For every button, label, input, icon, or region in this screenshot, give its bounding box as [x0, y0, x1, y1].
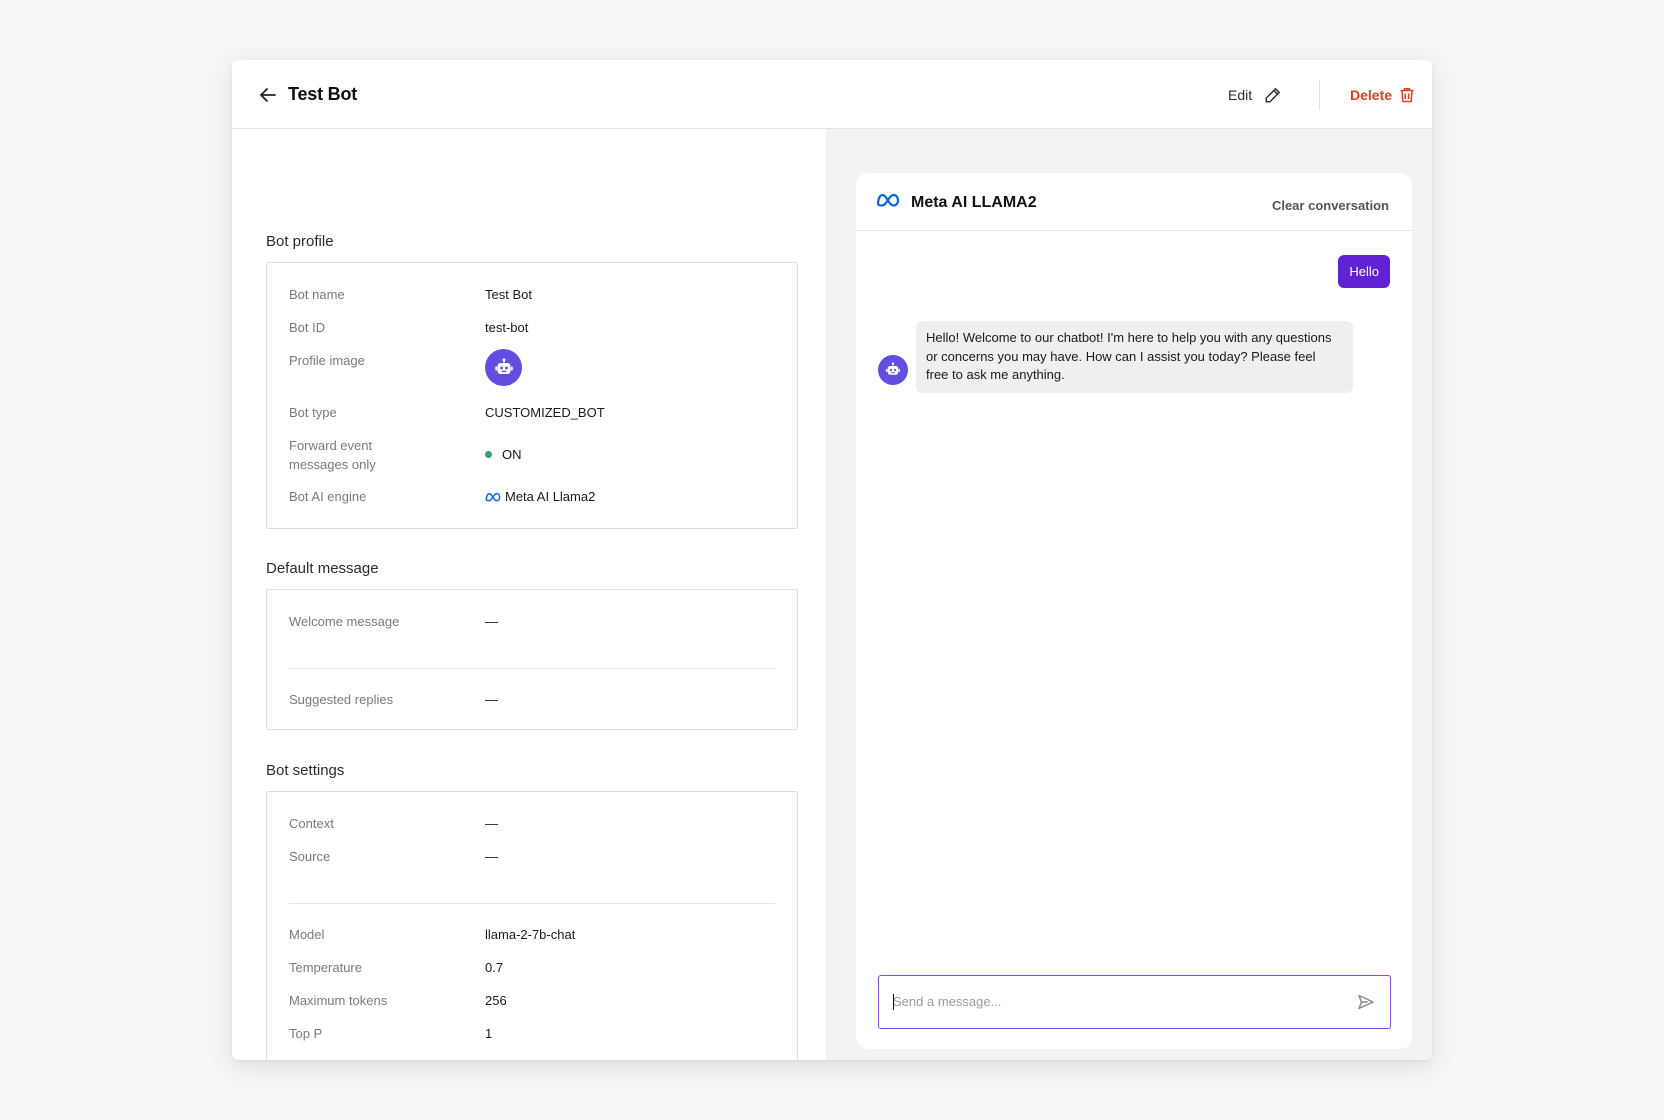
- bot-ai-engine-value: Meta AI Llama2: [485, 487, 595, 506]
- profile-image-label: Profile image: [289, 353, 365, 368]
- bot-type-label: Bot type: [289, 405, 337, 420]
- model-label: Model: [289, 927, 325, 942]
- trash-icon: [1400, 88, 1414, 103]
- edit-button[interactable]: Edit: [1228, 80, 1282, 110]
- bot-ai-engine-text: Meta AI Llama2: [505, 489, 596, 504]
- edit-label: Edit: [1228, 87, 1253, 103]
- toolbar-divider: [1319, 80, 1320, 110]
- context-label: Context: [289, 816, 334, 831]
- profile-image-value: [485, 349, 522, 386]
- source-label: Source: [289, 849, 331, 864]
- avatar: [485, 349, 522, 386]
- chat-header: Meta AI LLAMA2 Clear conversation: [856, 173, 1412, 231]
- divider: [289, 668, 775, 669]
- bot-detail-window: Test Bot Edit Delete Bot profile Bot nam…: [232, 60, 1432, 1060]
- top-p-value: 1: [485, 1026, 493, 1041]
- welcome-message-value: —: [485, 614, 498, 629]
- max-tokens-value: 256: [485, 993, 507, 1008]
- divider: [289, 903, 775, 904]
- meta-logo-icon: [876, 193, 900, 207]
- delete-label: Delete: [1350, 87, 1393, 103]
- bot-id-label: Bot ID: [289, 320, 326, 335]
- max-tokens-label: Maximum tokens: [289, 993, 388, 1008]
- send-button[interactable]: [1354, 990, 1378, 1014]
- forward-event-value: ON: [485, 445, 522, 464]
- robot-icon: [885, 362, 901, 375]
- context-value: —: [485, 816, 498, 831]
- forward-event-label: Forward event messages only: [289, 438, 376, 472]
- chat-preview-panel: Meta AI LLAMA2 Clear conversation Hello …: [826, 129, 1432, 1060]
- welcome-message-label: Welcome message: [289, 614, 400, 629]
- chat-title: Meta AI LLAMA2: [911, 194, 1037, 211]
- bot-avatar: [878, 355, 908, 385]
- suggested-replies-label: Suggested replies: [289, 692, 394, 707]
- meta-logo-icon: [485, 492, 501, 501]
- chat-window: Meta AI LLAMA2 Clear conversation Hello …: [856, 173, 1412, 1049]
- user-message-bubble: Hello: [1338, 255, 1390, 288]
- text-caret: [893, 994, 894, 1010]
- bot-profile-card: Bot name Test Bot Bot ID test-bot Profil…: [266, 262, 798, 529]
- suggested-replies-value: —: [485, 692, 498, 707]
- temperature-value: 0.7: [485, 960, 504, 975]
- arrow-left-icon: [260, 88, 276, 102]
- status-on-dot: [485, 451, 492, 458]
- bot-details-panel: Bot profile Bot name Test Bot Bot ID tes…: [232, 129, 826, 1060]
- message-input[interactable]: [893, 976, 1333, 1027]
- bot-settings-card: Context — Source — Model llama-2-7b-chat…: [266, 791, 798, 1060]
- bot-name-value: Test Bot: [485, 287, 532, 302]
- bot-settings-title: Bot settings: [266, 762, 345, 779]
- send-icon: [1358, 994, 1374, 1010]
- status-on-text: ON: [502, 447, 522, 462]
- bot-type-value: CUSTOMIZED_BOT: [485, 405, 605, 420]
- default-message-title: Default message: [266, 560, 379, 577]
- robot-icon: [494, 357, 513, 374]
- pencil-icon: [1265, 88, 1281, 103]
- default-message-card: Welcome message — Suggested replies —: [266, 589, 798, 730]
- bot-ai-engine-label: Bot AI engine: [289, 489, 367, 504]
- message-composer: [878, 975, 1391, 1029]
- bot-message-bubble: Hello! Welcome to our chatbot! I'm here …: [916, 321, 1353, 393]
- clear-conversation-button[interactable]: Clear conversation: [1272, 197, 1389, 215]
- delete-button[interactable]: Delete: [1350, 80, 1416, 110]
- model-value: llama-2-7b-chat: [485, 927, 576, 942]
- bot-id-value: test-bot: [485, 320, 529, 335]
- source-value: —: [485, 849, 498, 864]
- bot-name-label: Bot name: [289, 287, 345, 302]
- page-title: Test Bot: [288, 84, 358, 104]
- temperature-label: Temperature: [289, 960, 362, 975]
- back-button[interactable]: [254, 81, 282, 109]
- top-p-label: Top P: [289, 1026, 323, 1041]
- top-bar: Test Bot Edit Delete: [232, 60, 1432, 129]
- bot-profile-title: Bot profile: [266, 233, 334, 250]
